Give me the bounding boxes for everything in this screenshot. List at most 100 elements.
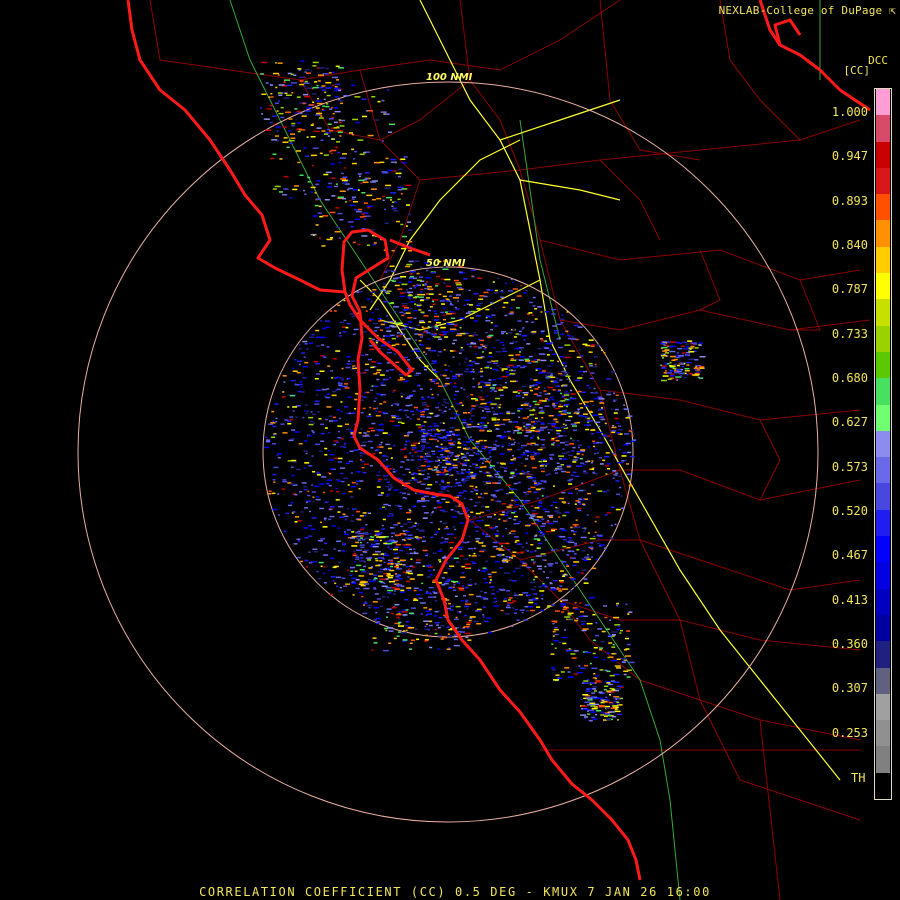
echo-speck (321, 130, 326, 132)
echo-speck (663, 344, 666, 346)
echo-speck (407, 359, 411, 361)
echo-speck (499, 466, 505, 468)
echo-speck (417, 384, 420, 386)
echo-speck (283, 381, 286, 383)
echo-speck (556, 462, 560, 464)
echo-speck (627, 415, 633, 417)
echo-speck (297, 122, 301, 124)
echo-speck (315, 443, 320, 446)
echo-speck (521, 429, 524, 432)
echo-speck (566, 554, 570, 556)
echo-speck (337, 304, 341, 307)
echo-speck (411, 455, 414, 457)
echo-speck (487, 336, 492, 339)
echo-speck (567, 479, 572, 482)
echo-speck (428, 624, 433, 627)
echo-speck (296, 538, 301, 541)
echo-speck (442, 486, 447, 488)
echo-speck (470, 269, 476, 272)
echo-speck (496, 435, 502, 437)
echo-speck (335, 65, 340, 68)
echo-speck (367, 205, 373, 208)
echo-speck (282, 141, 289, 143)
echo-speck (579, 458, 583, 460)
echo-speck (625, 442, 631, 445)
echo-speck (442, 398, 447, 401)
echo-speck (391, 606, 397, 609)
echo-speck (435, 471, 441, 473)
echo-speck (277, 100, 280, 102)
echo-speck (381, 524, 384, 527)
color-scale-segment (876, 89, 890, 116)
echo-speck (662, 375, 669, 377)
echo-speck (541, 458, 547, 461)
echo-speck (447, 433, 452, 436)
echo-speck (276, 110, 279, 112)
echo-speck (361, 213, 365, 215)
echo-speck (675, 356, 681, 359)
echo-speck (387, 348, 391, 351)
echo-speck (272, 420, 275, 423)
echo-speck (444, 538, 449, 540)
echo-speck (575, 500, 580, 502)
echo-speck (625, 603, 628, 606)
echo-speck (606, 652, 610, 654)
echo-speck (537, 436, 539, 439)
echo-speck (673, 363, 677, 365)
echo-speck (616, 698, 620, 700)
echo-speck (431, 369, 436, 371)
echo-speck (560, 671, 565, 673)
echo-speck (387, 596, 390, 599)
echo-speck (331, 177, 336, 179)
echo-speck (311, 455, 314, 457)
echo-speck (549, 571, 553, 573)
echo-speck (585, 428, 590, 431)
echo-speck (560, 570, 564, 572)
echo-speck (322, 526, 328, 528)
echo-speck (403, 523, 408, 525)
echo-speck (518, 481, 521, 483)
echo-speck (492, 411, 496, 413)
echo-speck (664, 370, 667, 372)
echo-speck (508, 444, 511, 447)
echo-speck (329, 108, 332, 110)
echo-speck (499, 567, 503, 569)
echo-speck (520, 287, 523, 290)
echo-speck (586, 420, 592, 422)
echo-speck (391, 535, 394, 538)
radar-map[interactable] (0, 0, 900, 900)
echo-speck (518, 508, 521, 510)
echo-speck (673, 358, 678, 361)
echo-speck (582, 503, 585, 505)
echo-speck (391, 337, 396, 340)
echo-speck (434, 425, 439, 427)
echo-speck (441, 479, 444, 482)
echo-speck (687, 340, 693, 342)
echo-speck (441, 471, 446, 474)
echo-speck (320, 440, 325, 442)
echo-speck (320, 521, 322, 524)
echo-speck (553, 418, 558, 421)
echo-speck (568, 399, 571, 401)
echo-speck (551, 308, 557, 311)
echo-speck (434, 610, 439, 613)
color-scale-segment (876, 220, 890, 248)
echo-speck (545, 496, 549, 498)
echo-speck (371, 385, 374, 387)
echo-speck (425, 623, 428, 625)
echo-speck (534, 403, 540, 406)
echo-speck (323, 356, 327, 359)
echo-speck (418, 309, 422, 311)
echo-speck (384, 222, 389, 224)
echo-speck (596, 431, 603, 434)
echo-speck (302, 340, 308, 343)
echo-speck (390, 158, 397, 161)
color-scale-tick-label: 0.360 (831, 637, 868, 652)
echo-speck (434, 327, 439, 329)
echo-speck (425, 277, 432, 279)
echo-speck (291, 125, 295, 127)
echo-speck (331, 71, 335, 74)
echo-speck (399, 549, 404, 552)
echo-speck (525, 458, 529, 460)
echo-speck (533, 480, 537, 483)
